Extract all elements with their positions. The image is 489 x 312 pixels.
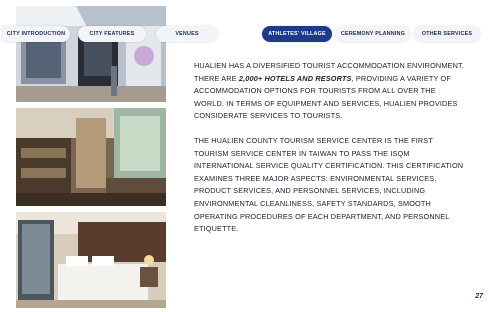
page-number: 27 (475, 293, 483, 300)
tab-city-features[interactable]: CITY FEATURES (78, 26, 146, 42)
photo-hotel-lobby (16, 6, 166, 102)
tab-city-introduction[interactable]: CITY INTRODUCTION (2, 26, 70, 42)
tab-ceremony-planning[interactable]: CEREMONY PLANNING (336, 26, 410, 42)
hotels-count-emphasis: 2,000+ HOTELS AND RESORTS (238, 73, 352, 83)
section-nav-bar: CITY INTRODUCTION CITY FEATURES VENUES A… (0, 24, 489, 44)
tab-other-services[interactable]: OTHER SERVICES (414, 26, 480, 42)
photo-hotel-room (16, 212, 166, 308)
paragraph-accommodation: HUALIEN HAS A DIVERSIFIED TOURIST ACCOMM… (194, 60, 466, 123)
accommodation-description: HUALIEN HAS A DIVERSIFIED TOURIST ACCOMM… (194, 60, 466, 248)
tab-venues[interactable]: VENUES (156, 26, 218, 42)
tab-athletes-village[interactable]: ATHLETES' VILLAGE (262, 26, 332, 42)
photo-hotel-atrium (16, 108, 166, 206)
paragraph-tourism-service-center: THE HUALIEN COUNTY TOURISM SERVICE CENTE… (194, 135, 464, 234)
